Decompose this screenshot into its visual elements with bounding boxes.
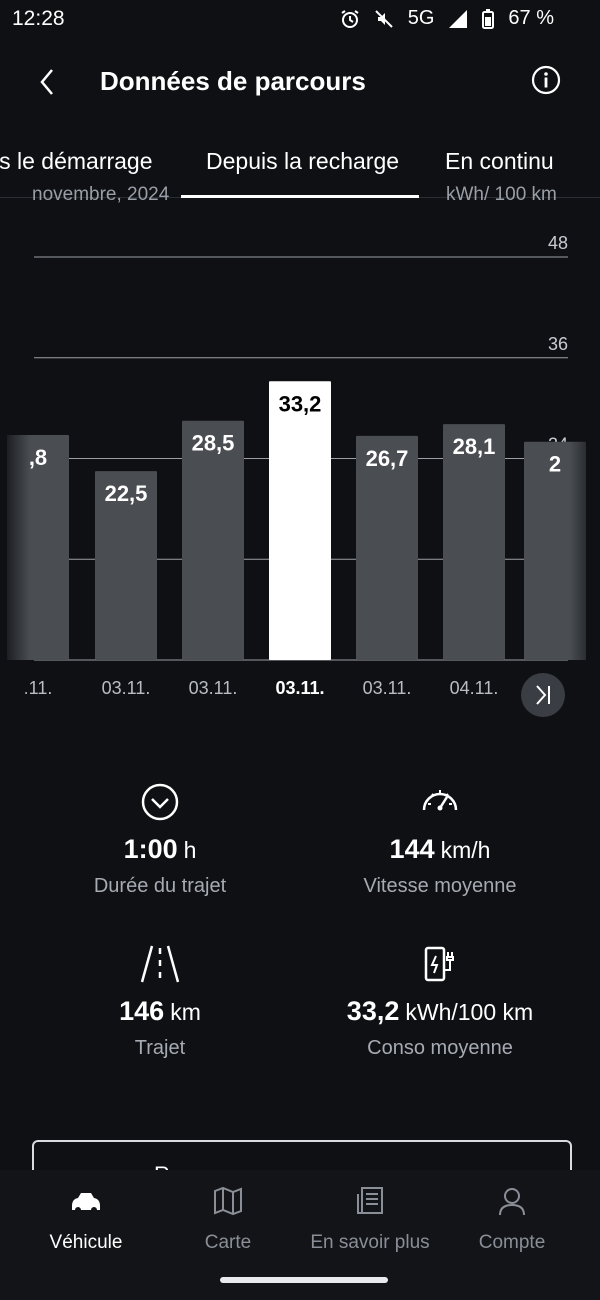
map-icon <box>214 1186 242 1216</box>
home-indicator <box>220 1277 388 1283</box>
tab-continuous[interactable]: En continu <box>445 148 554 175</box>
nav-vehicle[interactable]: Véhicule <box>16 1184 156 1254</box>
stat-distance-unit: km <box>170 999 201 1025</box>
stat-speed-value: 144 <box>389 834 435 864</box>
battery-percent: 67 % <box>508 7 554 29</box>
stat-consumption-value: 33,2 <box>346 996 400 1026</box>
x-tick-label: 03.11. <box>275 678 324 698</box>
x-tick-label: 04.11. <box>450 678 499 698</box>
chart-unit-label: kWh/ 100 km <box>446 184 557 205</box>
signal-icon <box>449 9 468 28</box>
user-icon <box>499 1188 525 1216</box>
app-header: Données de parcours <box>0 48 600 112</box>
consumption-chart: novembre, 2024 kWh/ 100 km 012243648,8.1… <box>0 180 600 740</box>
stat-distance-label: Trajet <box>134 1037 186 1059</box>
stat-distance: 146 km Trajet <box>10 942 310 1060</box>
status-bar: 12:28 5G 67 % <box>0 0 600 40</box>
bar-value-label: 28,5 <box>192 431 235 456</box>
road-icon <box>140 945 180 983</box>
charging-station-icon <box>424 946 454 982</box>
chart-period-label: novembre, 2024 <box>32 184 170 205</box>
y-tick-label: 36 <box>548 334 568 354</box>
stat-duration-value: 1:00 <box>123 834 178 864</box>
car-icon <box>72 1193 100 1213</box>
stat-consumption: 33,2 kWh/100 km Conso moyenne <box>290 942 590 1060</box>
x-tick-label: 03.11. <box>102 678 151 698</box>
chart-bar <box>269 381 331 660</box>
stat-duration-value-row: 1:00 h <box>10 834 310 865</box>
chart-fade-right <box>570 240 600 710</box>
nav-learn-more[interactable]: En savoir plus <box>300 1184 440 1254</box>
stat-consumption-value-row: 33,2 kWh/100 km <box>290 996 590 1027</box>
bar-value-label: 33,2 <box>279 391 322 416</box>
x-tick-label: 03.11. <box>189 678 238 698</box>
bar-value-label: 22,5 <box>105 481 148 506</box>
clock-chevron-icon <box>141 783 179 821</box>
stat-speed: 144 km/h Vitesse moyenne <box>290 780 590 898</box>
status-time: 12:28 <box>12 7 65 30</box>
tab-since-recharge[interactable]: Depuis la recharge <box>206 148 399 175</box>
nav-map[interactable]: Carte <box>158 1184 298 1254</box>
jump-to-end-button[interactable] <box>521 673 565 717</box>
chart-bar <box>182 420 244 660</box>
y-tick-label: 48 <box>548 233 568 253</box>
nav-map-label: Carte <box>204 1232 252 1253</box>
stat-distance-value: 146 <box>119 996 165 1026</box>
news-icon <box>357 1187 383 1214</box>
page-title: Données de parcours <box>100 66 366 96</box>
chart-bar <box>443 424 505 660</box>
speedometer-icon <box>422 790 458 811</box>
stat-consumption-label: Conso moyenne <box>367 1037 513 1059</box>
status-icons: 5G 67 % <box>340 7 554 30</box>
mute-icon <box>375 9 393 28</box>
stat-duration-label: Durée du trajet <box>93 875 227 897</box>
bar-value-label: 26,7 <box>366 446 409 471</box>
stat-consumption-unit: kWh/100 km <box>405 999 534 1025</box>
stat-speed-value-row: 144 km/h <box>290 834 590 865</box>
network-label: 5G <box>407 7 435 29</box>
skip-to-end-icon-bg <box>521 673 565 717</box>
alarm-icon <box>341 9 359 28</box>
stat-duration-unit: h <box>183 837 197 863</box>
stat-speed-label: Vitesse moyenne <box>363 875 517 897</box>
nav-account[interactable]: Compte <box>442 1184 582 1254</box>
bar-value-label: 28,1 <box>453 434 496 459</box>
stat-duration: 1:00 h Durée du trajet <box>10 780 310 898</box>
info-icon[interactable] <box>530 64 562 96</box>
nav-vehicle-label: Véhicule <box>49 1232 123 1253</box>
stat-distance-value-row: 146 km <box>10 996 310 1027</box>
bar-value-label: 2 <box>549 452 561 477</box>
nav-account-label: Compte <box>478 1232 546 1253</box>
nav-learn-more-label: En savoir plus <box>310 1232 430 1253</box>
chart-svg: 012243648,8.11.22,503.11.28,503.11.33,20… <box>0 233 600 717</box>
x-tick-label: 03.11. <box>363 678 412 698</box>
battery-icon <box>482 8 495 29</box>
chevron-left-icon[interactable] <box>28 62 68 102</box>
stat-speed-unit: km/h <box>440 837 491 863</box>
bar-value-label: ,8 <box>29 445 47 470</box>
chart-fade-left <box>0 240 30 710</box>
tab-since-start[interactable]: is le démarrage <box>0 148 153 175</box>
